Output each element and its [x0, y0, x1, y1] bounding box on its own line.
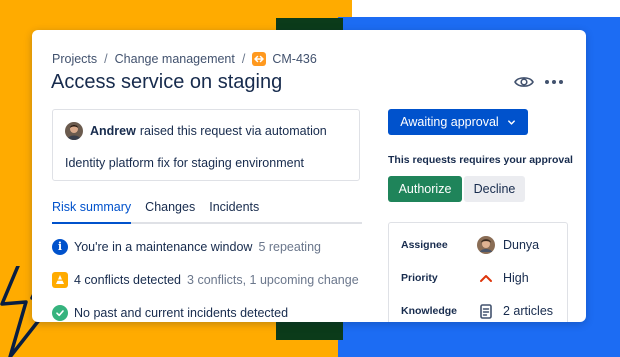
priority-high-icon [477, 269, 495, 287]
avatar [477, 236, 495, 254]
details-panel: Assignee Dunya Priority High Knowledge 2… [388, 222, 568, 322]
request-author-name[interactable]: Andrew [90, 124, 136, 138]
tab-risk-summary[interactable]: Risk summary [52, 196, 132, 224]
approval-prompt: This requests requires your approval [388, 154, 573, 166]
watch-button[interactable] [513, 73, 535, 91]
document-icon [477, 302, 495, 320]
tab-bar: Risk summary Changes Incidents [52, 196, 362, 224]
risk-main-text: You're in a maintenance window [74, 239, 253, 254]
priority-value: High [503, 271, 529, 285]
info-icon: i [52, 238, 68, 255]
list-item: No past and current incidents detected [52, 296, 372, 322]
decline-button[interactable]: Decline [464, 176, 525, 202]
check-circle-icon [52, 304, 68, 321]
breadcrumb-separator: / [104, 52, 108, 66]
breadcrumb-change-management[interactable]: Change management [115, 52, 235, 66]
request-description: Identity platform fix for staging enviro… [65, 156, 305, 170]
detail-row-knowledge: Knowledge 2 articles [401, 302, 561, 320]
change-request-card: Projects / Change management / CM-436 Ac… [32, 30, 586, 322]
breadcrumb-separator: / [241, 52, 246, 66]
more-horizontal-icon [545, 80, 549, 84]
risk-summary-list: i You're in a maintenance window 5 repea… [52, 230, 372, 322]
list-item: 4 conflicts detected 3 conflicts, 1 upco… [52, 263, 372, 296]
page-title: Access service on staging [51, 71, 283, 93]
detail-value[interactable]: 2 articles [477, 302, 553, 320]
detail-row-assignee: Assignee Dunya [401, 236, 561, 254]
avatar[interactable] [65, 122, 83, 140]
knowledge-value: 2 articles [503, 304, 554, 318]
status-label: Awaiting approval [400, 115, 499, 129]
list-item: i You're in a maintenance window 5 repea… [52, 230, 372, 263]
authorize-button[interactable]: Authorize [388, 176, 462, 202]
tab-incidents[interactable]: Incidents [209, 196, 259, 222]
eye-icon [514, 77, 534, 87]
request-action-text: raised this request via automation [139, 124, 327, 138]
detail-label: Assignee [401, 239, 448, 251]
chevron-down-icon [507, 119, 515, 125]
detail-value[interactable]: Dunya [477, 236, 539, 254]
detail-label: Priority [401, 272, 438, 284]
change-arrows-icon [252, 52, 267, 66]
more-actions-button[interactable] [542, 73, 566, 91]
breadcrumb: Projects / Change management / CM-436 [52, 52, 317, 66]
risk-main-text: No past and current incidents detected [74, 305, 289, 320]
more-dot [552, 80, 556, 84]
risk-main-text: 4 conflicts detected [74, 272, 182, 287]
detail-label: Knowledge [401, 305, 458, 317]
breadcrumb-issue-key[interactable]: CM-436 [272, 52, 316, 66]
tab-changes[interactable]: Changes [145, 196, 195, 222]
warning-icon [52, 271, 68, 288]
request-summary-box: Andrew raised this request via automatio… [52, 109, 360, 181]
status-dropdown-button[interactable]: Awaiting approval [388, 109, 528, 135]
risk-sub-text: 5 repeating [258, 239, 321, 254]
detail-row-priority: Priority High [401, 269, 561, 287]
assignee-name: Dunya [503, 238, 540, 252]
risk-sub-text: 3 conflicts, 1 upcoming change [187, 272, 359, 287]
more-dot [559, 80, 563, 84]
request-author-line: Andrew raised this request via automatio… [65, 122, 327, 140]
detail-value[interactable]: High [477, 269, 529, 287]
breadcrumb-projects[interactable]: Projects [52, 52, 97, 66]
